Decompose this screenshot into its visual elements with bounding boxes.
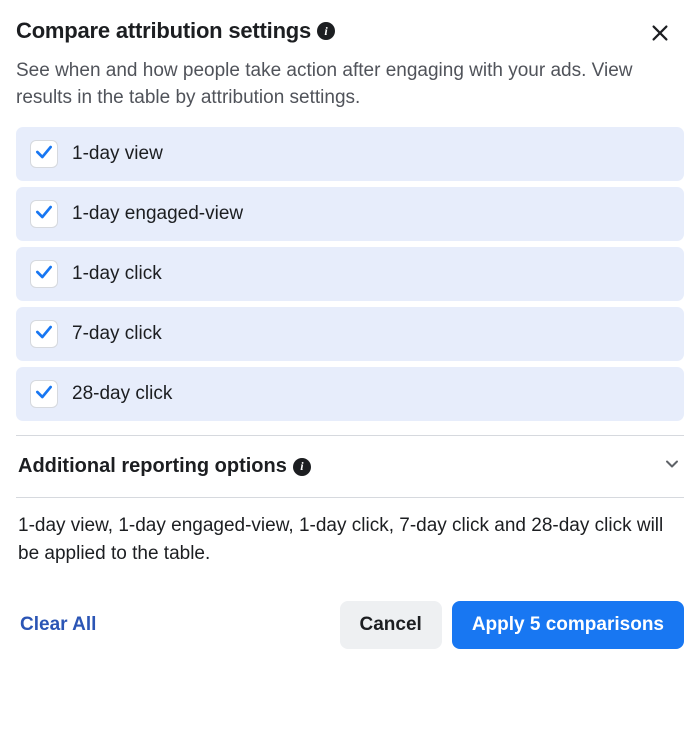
dialog-footer: Clear All Cancel Apply 5 comparisons <box>16 591 684 649</box>
info-icon[interactable]: i <box>317 22 335 40</box>
dialog-subtitle: See when and how people take action afte… <box>16 58 684 111</box>
option-label: 1-day engaged-view <box>72 203 243 225</box>
checkbox-1-day-view[interactable] <box>30 140 58 168</box>
option-1-day-view[interactable]: 1-day view <box>16 127 684 181</box>
option-7-day-click[interactable]: 7-day click <box>16 307 684 361</box>
cancel-button[interactable]: Cancel <box>340 601 442 649</box>
checkbox-1-day-click[interactable] <box>30 260 58 288</box>
attribution-options-list: 1-day view 1-day engaged-view 1-day clic… <box>16 127 684 421</box>
checkbox-28-day-click[interactable] <box>30 380 58 408</box>
checkbox-7-day-click[interactable] <box>30 320 58 348</box>
apply-button[interactable]: Apply 5 comparisons <box>452 601 684 649</box>
footer-actions: Cancel Apply 5 comparisons <box>340 601 684 649</box>
close-button[interactable] <box>642 16 678 52</box>
option-label: 1-day click <box>72 263 162 285</box>
check-icon <box>34 382 54 407</box>
additional-options-title-wrap: Additional reporting options i <box>18 455 311 478</box>
check-icon <box>34 322 54 347</box>
option-1-day-click[interactable]: 1-day click <box>16 247 684 301</box>
check-icon <box>34 262 54 287</box>
check-icon <box>34 142 54 167</box>
additional-options-title: Additional reporting options <box>18 455 287 478</box>
summary-text: 1-day view, 1-day engaged-view, 1-day cl… <box>16 498 684 591</box>
chevron-down-icon <box>662 454 682 479</box>
option-28-day-click[interactable]: 28-day click <box>16 367 684 421</box>
title-wrap: Compare attribution settings i <box>16 18 335 44</box>
dialog-header: Compare attribution settings i <box>16 18 684 52</box>
clear-all-button[interactable]: Clear All <box>16 604 100 646</box>
close-icon <box>649 22 671 47</box>
info-icon[interactable]: i <box>293 458 311 476</box>
additional-options-toggle[interactable]: Additional reporting options i <box>16 436 684 497</box>
option-1-day-engaged-view[interactable]: 1-day engaged-view <box>16 187 684 241</box>
dialog-title: Compare attribution settings <box>16 18 311 44</box>
option-label: 7-day click <box>72 323 162 345</box>
option-label: 28-day click <box>72 383 172 405</box>
check-icon <box>34 202 54 227</box>
checkbox-1-day-engaged-view[interactable] <box>30 200 58 228</box>
option-label: 1-day view <box>72 143 163 165</box>
